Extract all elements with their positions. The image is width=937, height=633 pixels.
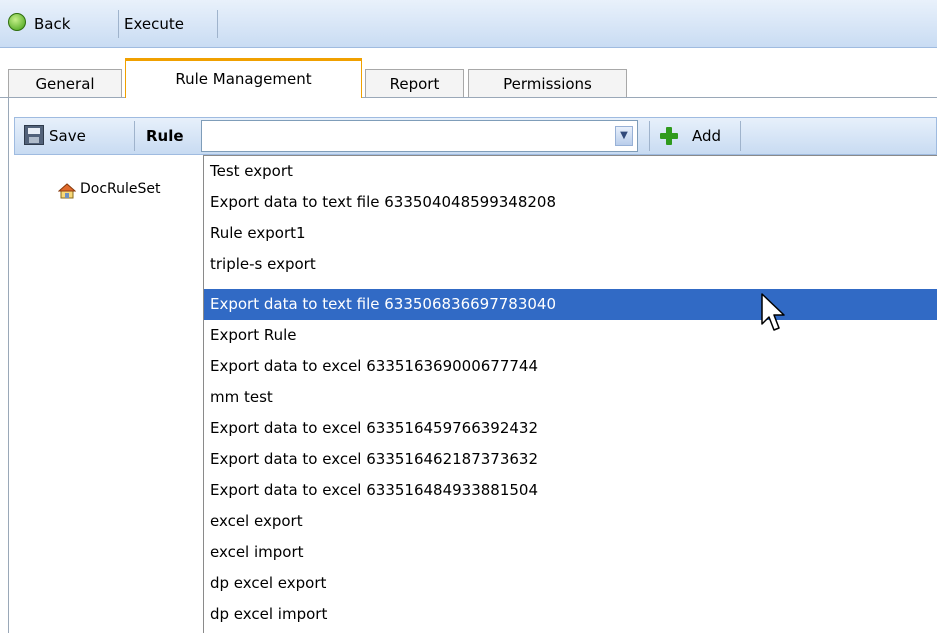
toolbar-divider <box>134 121 135 151</box>
dropdown-option[interactable]: Export data to excel 633516369000677744 <box>204 351 937 382</box>
mouse-pointer-icon <box>761 293 785 331</box>
dropdown-option[interactable]: Export data to text file 633504048599348… <box>204 187 937 218</box>
save-button[interactable]: Save <box>49 124 86 148</box>
dropdown-option-selected[interactable]: Export data to text file 633506836697783… <box>204 289 937 320</box>
back-arrow-icon[interactable] <box>8 13 26 31</box>
rule-select[interactable]: ▼ <box>201 120 638 152</box>
save-icon[interactable] <box>24 125 44 145</box>
dropdown-option[interactable]: mm test <box>204 382 937 413</box>
dropdown-option[interactable]: Export data to excel 633516484933881504 <box>204 475 937 506</box>
dropdown-option[interactable]: dp excel import <box>204 599 937 630</box>
dropdown-option[interactable]: dp excel export <box>204 568 937 599</box>
content-border <box>8 98 9 633</box>
toolbar-divider <box>217 10 218 38</box>
execute-button[interactable]: Execute <box>124 12 184 36</box>
dropdown-option[interactable]: Export Rule <box>204 320 937 351</box>
add-button[interactable]: Add <box>692 124 721 148</box>
tab-rule-management[interactable]: Rule Management <box>125 58 362 98</box>
dropdown-option[interactable]: excel export <box>204 506 937 537</box>
rule-label: Rule <box>146 127 184 145</box>
back-button[interactable]: Back <box>34 12 70 36</box>
dropdown-option[interactable]: triple-s export <box>204 249 937 280</box>
dropdown-option[interactable]: Export data to excel 633516459766392432 <box>204 413 937 444</box>
rule-dropdown-list: Test export Export data to text file 633… <box>203 155 937 633</box>
tab-report[interactable]: Report <box>365 69 464 97</box>
home-icon <box>58 183 76 199</box>
toolbar-divider <box>649 121 650 151</box>
dropdown-option[interactable]: Export data to excel 633516462187373632 <box>204 444 937 475</box>
chevron-down-icon[interactable]: ▼ <box>615 126 633 146</box>
plus-icon[interactable] <box>659 126 679 146</box>
tree-node-docruleset[interactable]: DocRuleSet <box>80 174 202 204</box>
toolbar-divider <box>740 121 741 151</box>
tab-general[interactable]: General <box>8 69 122 97</box>
dropdown-option[interactable]: Rule export1 <box>204 218 937 249</box>
toolbar-divider <box>118 10 119 38</box>
dropdown-option[interactable]: excel import <box>204 537 937 568</box>
tab-permissions[interactable]: Permissions <box>468 69 627 97</box>
dropdown-option[interactable]: Test export <box>204 156 937 187</box>
